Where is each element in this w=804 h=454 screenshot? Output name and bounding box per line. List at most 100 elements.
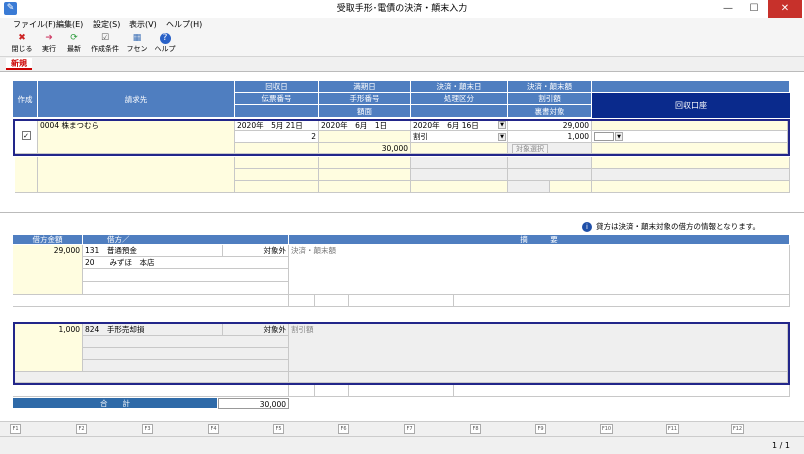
tab-strip: 新規	[0, 58, 804, 70]
row2-c13	[592, 157, 790, 169]
menu-bar: ファイル(F) 編集(E) 設定(S) 表示(V) ヘルプ(H)	[0, 18, 804, 31]
sticky-note-label: フセン	[126, 45, 148, 53]
fkey-f9[interactable]: F9	[535, 424, 546, 434]
notice-text: 貸方は決済・顛末対象の借方の情報となります。	[596, 222, 761, 231]
header-collect-date: 回収日	[235, 81, 319, 93]
header-settle-amount: 決済・顛末額	[508, 81, 592, 93]
status-bar: 1 / 1	[0, 436, 804, 454]
entry1-sub-account-name: みずほ 本店	[109, 258, 155, 267]
fkey-f1[interactable]: F1	[10, 424, 21, 434]
entry1-account-name: 普通預金	[106, 246, 137, 255]
close-button[interactable]: ✖ 閉じる	[10, 33, 34, 56]
sticky-note-icon: ▦	[132, 33, 142, 43]
menu-file[interactable]: ファイル(F)	[13, 19, 56, 30]
row2-c11	[508, 169, 592, 181]
fkey-f3[interactable]: F3	[142, 424, 153, 434]
total-label: 合 計	[13, 398, 218, 409]
row2-c14	[592, 169, 790, 181]
entry1-summary[interactable]: 決済・顛末額	[289, 245, 790, 295]
header-summary: 摘 要	[289, 235, 790, 245]
conditions-icon: ☑	[100, 33, 110, 43]
main-panel: 作成 請求先 回収日 伝票番号 満期日 手形番号 額面 決済・顛末日 処理区分 …	[0, 71, 804, 421]
conditions-label: 作成条件	[91, 45, 119, 53]
header-settle-date: 決済・顛末日	[411, 81, 508, 93]
fkey-f12[interactable]: F12	[731, 424, 744, 434]
maximize-button[interactable]: ☐	[741, 0, 767, 18]
entry1-footer-5	[454, 295, 790, 307]
fkey-f10[interactable]: F10	[600, 424, 613, 434]
fkey-f2[interactable]: F2	[76, 424, 87, 434]
page-indicator: 1 / 1	[772, 441, 790, 450]
minimize-button[interactable]: —	[715, 0, 741, 18]
row2-c5	[319, 169, 411, 181]
execute-button[interactable]: ➜ 実行	[38, 33, 60, 56]
refresh-button[interactable]: ⟳ 最新	[63, 33, 85, 56]
fkey-f8[interactable]: F8	[470, 424, 481, 434]
row2-create[interactable]	[15, 157, 38, 193]
row2-c12b	[550, 181, 592, 193]
entry2-row-after-1	[13, 385, 289, 397]
header-customer: 請求先	[38, 81, 235, 118]
arrow-right-icon: ➜	[45, 33, 53, 43]
row2-c7	[411, 157, 508, 169]
row2-c12	[508, 181, 550, 193]
menu-help[interactable]: ヘルプ(H)	[166, 19, 202, 30]
entry1-footer-2	[289, 295, 315, 307]
header-blank-1	[235, 105, 319, 118]
header-collect-account: 回収口座	[592, 93, 790, 118]
entry1-sub-account[interactable]: 20 みずほ 本店	[83, 257, 289, 269]
row2-c2	[235, 169, 319, 181]
section-divider	[0, 212, 804, 213]
menu-edit[interactable]: 編集(E)	[56, 19, 83, 30]
conditions-button[interactable]: ☑ 作成条件	[88, 33, 122, 56]
entry1-tax[interactable]: 対象外	[223, 245, 289, 257]
fkey-f11[interactable]: F11	[666, 424, 679, 434]
entry1-blank-1	[83, 269, 289, 282]
total-amount: 30,000	[218, 398, 289, 409]
header-bill-no: 手形番号	[319, 93, 411, 105]
close-window-button[interactable]: ✕	[768, 0, 802, 18]
entry2-row-after-2	[289, 385, 315, 397]
refresh-label: 最新	[67, 45, 81, 53]
entry1-sub-code: 20	[85, 258, 95, 267]
menu-settings[interactable]: 設定(S)	[93, 19, 120, 30]
info-icon: i	[582, 222, 592, 232]
row2-c9	[411, 181, 508, 193]
fkey-f5[interactable]: F5	[273, 424, 284, 434]
entry1-footer-4	[349, 295, 454, 307]
help-button[interactable]: ? ヘルプ	[153, 33, 177, 56]
header-process-type: 処理区分	[411, 93, 508, 105]
fkey-f6[interactable]: F6	[338, 424, 349, 434]
row2-c15	[592, 181, 790, 193]
entry1-footer-1	[13, 295, 289, 307]
menu-view[interactable]: 表示(V)	[129, 19, 157, 30]
entry2-row-after-3	[315, 385, 349, 397]
close-icon: ✖	[18, 33, 26, 43]
fkey-f7[interactable]: F7	[404, 424, 415, 434]
close-label: 閉じる	[11, 45, 33, 53]
refresh-icon: ⟳	[70, 33, 78, 43]
row2-c4	[319, 157, 411, 169]
entry1-code: 131	[85, 246, 100, 255]
help-label: ヘルプ	[154, 45, 176, 53]
entry1-amount[interactable]: 29,000	[13, 245, 83, 295]
toolbar: ✖ 閉じる ➜ 実行 ⟳ 最新 ☑ 作成条件 ▦ フセン ? ヘルプ	[0, 31, 804, 57]
header-debit: 借方／	[83, 235, 289, 245]
header-discount: 割引額	[508, 93, 592, 105]
execute-label: 実行	[42, 45, 56, 53]
row2-c6	[319, 181, 411, 193]
fkey-f4[interactable]: F4	[208, 424, 219, 434]
tab-new[interactable]: 新規	[6, 58, 32, 70]
header-due-date: 満期日	[319, 81, 411, 93]
entry1-footer-3	[315, 295, 349, 307]
function-key-bar: F1 F2 F3 F4 F5 F6 F7 F8 F9 F10 F11 F12	[0, 421, 804, 435]
entry1-account[interactable]: 131 普通預金	[83, 245, 223, 257]
row2-customer[interactable]	[38, 157, 235, 193]
entry2-row-after-4	[349, 385, 454, 397]
sticky-note-button[interactable]: ▦ フセン	[126, 33, 148, 56]
row2-c8	[411, 169, 508, 181]
title-bar: ✎ 受取手形･電債の決済・顛末入力 — ☐ ✕	[0, 0, 804, 18]
header-debit-amount: 借方金額	[13, 235, 83, 245]
selected-entry-outline	[13, 322, 790, 385]
row2-c10	[508, 157, 592, 169]
